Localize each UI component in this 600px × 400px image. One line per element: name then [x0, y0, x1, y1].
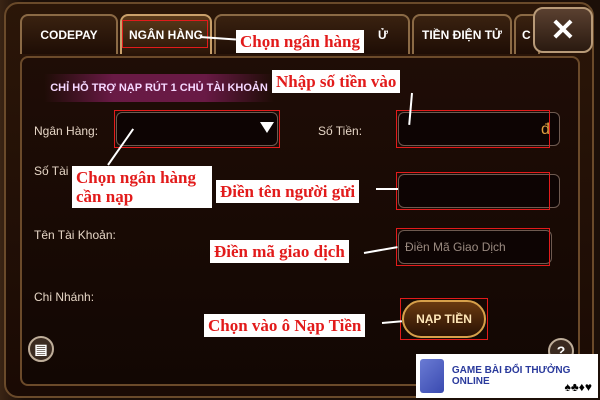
bank-label: Ngân Hàng:	[34, 124, 99, 138]
amount-label: Số Tiền:	[318, 124, 363, 138]
annotation-choose-bank-line2: cần nạp	[76, 187, 134, 206]
annotation-enter-amount: Nhập số tiền vào	[272, 70, 401, 93]
tab-codepay[interactable]: CODEPAY	[20, 14, 118, 54]
account-name-label: Tên Tài Khoản:	[34, 228, 116, 242]
branch-label: Chi Nhánh:	[34, 290, 95, 304]
card-suits-icon: ♠♣♦♥	[564, 380, 593, 394]
annotation-choose-bank: Chọn ngân hàng cần nạp	[72, 166, 212, 208]
highlight-sender	[396, 172, 550, 210]
annotation-choose-bank-line1: Chọn ngân hàng	[76, 168, 197, 187]
annotation-choose-bank-tab: Chọn ngân hàng	[236, 30, 365, 53]
notice-banner: CHỈ HỖ TRỢ NẠP RÚT 1 CHỦ TÀI KHOẢN	[44, 74, 274, 102]
site-logo: GAME BÀI ĐỔI THƯỞNG ONLINE ♠♣♦♥	[416, 354, 598, 398]
tab-crypto[interactable]: TIỀN ĐIỆN TỬ	[412, 14, 512, 54]
annotation-transaction-code: Điền mã giao dịch	[210, 240, 349, 263]
annotation-sender-name: Điền tên người gửi	[216, 180, 360, 203]
highlight-deposit	[400, 298, 488, 340]
cards-icon	[420, 359, 444, 393]
highlight-amount	[396, 110, 550, 148]
close-button[interactable]: ✕	[533, 7, 593, 53]
highlight-transaction	[396, 228, 550, 266]
annotation-click-deposit: Chọn vào ô Nạp Tiền	[204, 314, 366, 337]
highlight-bank-select	[114, 110, 280, 148]
arrow-sender	[376, 188, 398, 190]
close-icon: ✕	[550, 13, 576, 47]
highlight-bank-tab	[122, 20, 208, 48]
history-icon[interactable]: ▤	[28, 336, 54, 362]
